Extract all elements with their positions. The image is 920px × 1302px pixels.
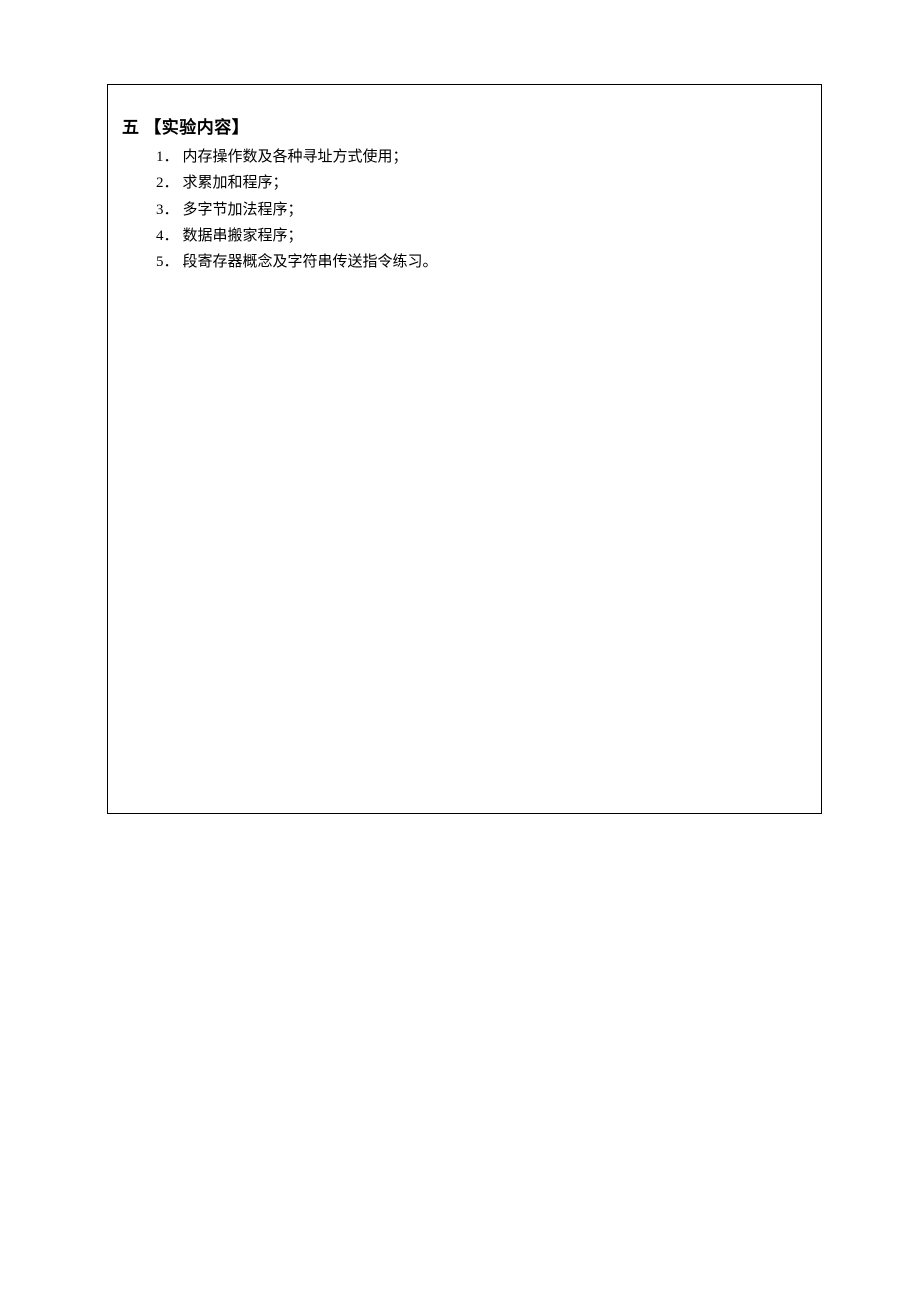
item-number: 5．: [156, 249, 179, 275]
experiment-list: 1． 内存操作数及各种寻址方式使用； 2． 求累加和程序； 3． 多字节加法程序…: [122, 144, 807, 275]
list-item: 1． 内存操作数及各种寻址方式使用；: [156, 144, 807, 170]
list-item: 4． 数据串搬家程序；: [156, 223, 807, 249]
section-heading: 五 【实验内容】: [122, 113, 807, 138]
heading-prefix: 五: [122, 118, 140, 137]
item-text: 段寄存器概念及字符串传送指令练习。: [183, 249, 807, 275]
item-text: 内存操作数及各种寻址方式使用；: [183, 144, 807, 170]
item-text: 多字节加法程序；: [183, 197, 807, 223]
heading-title: 【实验内容】: [144, 118, 249, 137]
item-number: 1．: [156, 144, 179, 170]
list-item: 5． 段寄存器概念及字符串传送指令练习。: [156, 249, 807, 275]
item-number: 3．: [156, 197, 179, 223]
list-item: 3． 多字节加法程序；: [156, 197, 807, 223]
item-text: 求累加和程序；: [183, 170, 807, 196]
page-frame: 五 【实验内容】 1． 内存操作数及各种寻址方式使用； 2． 求累加和程序； 3…: [107, 84, 822, 814]
content-area: 五 【实验内容】 1． 内存操作数及各种寻址方式使用； 2． 求累加和程序； 3…: [108, 85, 821, 289]
item-text: 数据串搬家程序；: [183, 223, 807, 249]
list-item: 2． 求累加和程序；: [156, 170, 807, 196]
item-number: 4．: [156, 223, 179, 249]
item-number: 2．: [156, 170, 179, 196]
